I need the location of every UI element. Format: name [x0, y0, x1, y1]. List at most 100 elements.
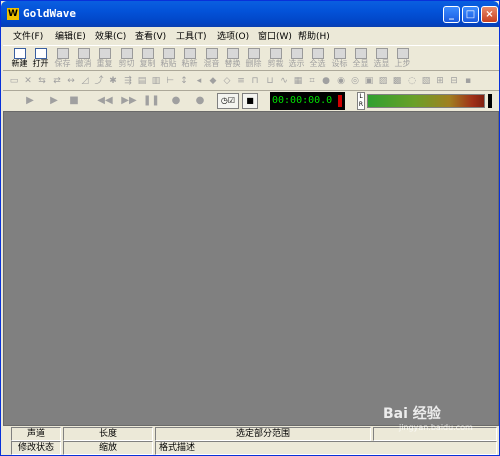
toolbar-label: 粘新: [181, 59, 198, 68]
toolbar-label: 全显: [352, 59, 369, 68]
zoom-selection-icon: [375, 48, 388, 59]
device-button[interactable]: ■: [242, 93, 258, 109]
toolbar-button-copy[interactable]: 复制: [137, 47, 158, 71]
toolbar-button-set-marker[interactable]: 设标: [329, 47, 350, 71]
effect-tool-icon[interactable]: ▤: [137, 76, 147, 86]
effect-tool-icon[interactable]: ⊓: [250, 76, 260, 86]
toolbar-button-replace[interactable]: 替换: [222, 47, 243, 71]
open-icon: [34, 48, 47, 59]
toolbar-button-zoom-selection[interactable]: 选显: [371, 47, 392, 71]
toolbar-button-trim[interactable]: 剪裁: [265, 47, 286, 71]
cut-icon: [120, 48, 133, 59]
menu-effects[interactable]: 效果(C): [95, 29, 126, 42]
workspace-area[interactable]: [3, 111, 499, 426]
toolbar-label: 剪切: [118, 59, 135, 68]
effect-tool-icon[interactable]: ◉: [336, 76, 346, 86]
toolbar-button-select-all[interactable]: 全选: [307, 47, 328, 71]
effect-tool-icon[interactable]: ▥: [151, 76, 161, 86]
toolbar-button-redo[interactable]: 重复: [94, 47, 115, 71]
fast-forward-button[interactable]: ▶▶: [119, 94, 139, 108]
effect-tool-icon[interactable]: ◿: [80, 76, 90, 86]
effect-tool-icon[interactable]: ◇: [222, 76, 232, 86]
toolbar-button-save[interactable]: 保存: [52, 47, 73, 71]
effect-tool-icon[interactable]: ≡: [236, 76, 246, 86]
menu-options[interactable]: 选项(O): [217, 29, 249, 42]
effect-tool-icon[interactable]: ◎: [350, 76, 360, 86]
toolbar-label: 新建: [11, 59, 28, 68]
effect-tool-icon[interactable]: ✕: [23, 76, 33, 86]
effect-tool-icon[interactable]: ⊢: [165, 76, 175, 86]
play-selection-button[interactable]: ▶: [47, 94, 61, 108]
toolbar-label: 上步: [394, 59, 411, 68]
effect-tool-icon[interactable]: ⇄: [52, 76, 62, 86]
replace-icon: [226, 48, 239, 59]
menu-window[interactable]: 窗口(W): [258, 29, 292, 42]
status-format: 格式描述: [155, 441, 497, 455]
menu-help[interactable]: 帮助(H): [298, 29, 330, 42]
paste-new-icon: [183, 48, 196, 59]
effect-tool-icon[interactable]: ↕: [179, 76, 189, 86]
effect-tool-icon[interactable]: ⊔: [265, 76, 275, 86]
toolbar-button-mix[interactable]: 混音: [201, 47, 222, 71]
toolbar-button-new[interactable]: 新建: [9, 47, 30, 71]
effect-tool-icon[interactable]: ●: [321, 76, 331, 86]
effect-tool-icon[interactable]: ⌗: [307, 76, 317, 86]
toolbar-button-open[interactable]: 打开: [30, 47, 51, 71]
record-button[interactable]: ●: [169, 94, 183, 108]
transport-bar: ▶ ▶ ■ ◀◀ ▶▶ ❚❚ ● ● ◷☑ ■ 00:00:00.0 L R: [3, 92, 499, 110]
minimize-button[interactable]: _: [443, 6, 460, 23]
effect-tool-icon[interactable]: ↔: [66, 76, 76, 86]
menu-tools[interactable]: 工具(T): [176, 29, 207, 42]
effect-tool-icon[interactable]: ∿: [279, 76, 289, 86]
effect-tool-icon[interactable]: ◌: [407, 76, 417, 86]
effect-tool-icon[interactable]: ⊟: [449, 76, 459, 86]
main-toolbar: 新建 打开 保存 撤消 重复 剪切 复制 粘贴 粘新 混音 替换 删除 剪裁 选示 全选 设标 全显 选显 上步: [3, 45, 499, 71]
time-indicator: [338, 95, 342, 107]
effect-tool-icon[interactable]: ✱: [108, 76, 118, 86]
toolbar-button-select-view[interactable]: 选示: [286, 47, 307, 71]
loop-toggle[interactable]: ◷☑: [217, 93, 239, 109]
toolbar-button-cut[interactable]: 剪切: [116, 47, 137, 71]
effect-tool-icon[interactable]: ⊞: [435, 76, 445, 86]
select-all-icon: [311, 48, 324, 59]
toolbar-label: 全选: [309, 59, 326, 68]
effect-tool-icon[interactable]: ⤴: [94, 76, 104, 86]
watermark-text: Bai 经验: [383, 406, 441, 422]
effect-tool-icon[interactable]: ◂: [194, 76, 204, 86]
effect-tool-icon[interactable]: ⇶: [123, 76, 133, 86]
toolbar-label: 设标: [331, 59, 348, 68]
close-button[interactable]: ×: [481, 6, 498, 23]
effect-tool-icon[interactable]: ⇆: [37, 76, 47, 86]
toolbar-button-previous[interactable]: 上步: [392, 47, 413, 71]
effect-tool-icon[interactable]: ▣: [364, 76, 374, 86]
effect-tool-icon[interactable]: ▪: [463, 76, 473, 86]
level-meter-end: [488, 94, 492, 108]
status-length: 长度: [63, 427, 153, 441]
title-bar[interactable]: W GoldWave _ □ ×: [1, 1, 499, 27]
toolbar-button-undo[interactable]: 撤消: [73, 47, 94, 71]
effect-tool-icon[interactable]: ▨: [378, 76, 388, 86]
toolbar-button-show-all[interactable]: 全显: [350, 47, 371, 71]
menu-edit[interactable]: 编辑(E): [55, 29, 86, 42]
rewind-button[interactable]: ◀◀: [95, 94, 115, 108]
effect-tool-icon[interactable]: ▭: [9, 76, 19, 86]
toolbar-button-paste[interactable]: 粘贴: [158, 47, 179, 71]
toolbar-button-paste-new[interactable]: 粘新: [179, 47, 200, 71]
status-channel: 声道: [11, 427, 61, 441]
menu-view[interactable]: 查看(V): [135, 29, 166, 42]
maximize-button[interactable]: □: [462, 6, 479, 23]
stop-button[interactable]: ■: [67, 94, 81, 108]
record-alt-button[interactable]: ●: [193, 94, 207, 108]
status-bar-row2: 修改状态 缩放 格式描述: [3, 441, 499, 456]
play-button[interactable]: ▶: [23, 94, 37, 108]
new-icon: [13, 48, 26, 59]
menu-file[interactable]: 文件(F): [13, 29, 43, 42]
effect-tool-icon[interactable]: ▦: [293, 76, 303, 86]
effect-tool-icon[interactable]: ◆: [208, 76, 218, 86]
toolbar-button-delete[interactable]: 删除: [243, 47, 264, 71]
effect-tool-icon[interactable]: ▧: [421, 76, 431, 86]
channel-lr-label: L R: [357, 92, 365, 110]
status-modified: 修改状态: [11, 441, 61, 455]
pause-button[interactable]: ❚❚: [143, 94, 160, 108]
effect-tool-icon[interactable]: ▩: [392, 76, 402, 86]
